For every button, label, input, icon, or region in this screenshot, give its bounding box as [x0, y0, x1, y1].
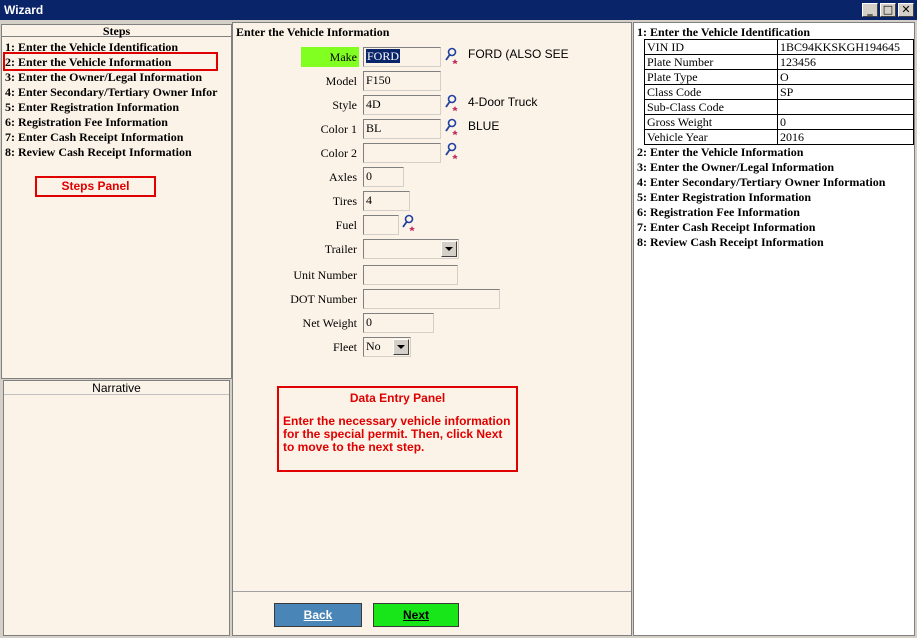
- steps-header: Steps: [2, 25, 231, 37]
- table-row: Plate Type O: [644, 69, 914, 85]
- narrative-panel: Narrative: [3, 380, 230, 636]
- trailer-label: Trailer: [324, 242, 357, 256]
- make-label: Make: [301, 47, 359, 67]
- color2-input[interactable]: [363, 143, 441, 163]
- axles-label: Axles: [329, 170, 357, 184]
- identification-table: VIN ID 1BC94KKSKGH194645 Plate Number 12…: [644, 39, 914, 145]
- narrative-header: Narrative: [4, 381, 229, 395]
- id-label-cell: VIN ID: [644, 39, 778, 55]
- data-entry-annotation-title: Data Entry Panel: [349, 391, 446, 405]
- unit-number-label: Unit Number: [293, 268, 357, 282]
- current-step-highlight: [3, 52, 218, 71]
- fleet-label: Fleet: [333, 340, 357, 354]
- table-row: Vehicle Year 2016: [644, 129, 914, 145]
- id-value-cell: 1BC94KKSKGH194645: [777, 39, 914, 55]
- net-weight-input[interactable]: 0: [363, 313, 434, 333]
- tires-input[interactable]: 4: [363, 191, 410, 211]
- window-titlebar: Wizard _ □ ✕: [0, 0, 917, 20]
- summary-step-3: 3: Enter the Owner/Legal Information: [637, 160, 835, 174]
- table-row: Gross Weight 0: [644, 114, 914, 130]
- style-description: 4-Door Truck: [468, 95, 538, 109]
- table-row: VIN ID 1BC94KKSKGH194645: [644, 39, 914, 55]
- summary-step-5: 5: Enter Registration Information: [637, 190, 812, 204]
- style-input[interactable]: 4D: [363, 95, 441, 115]
- fleet-value: No: [366, 339, 381, 353]
- id-value-cell: 123456: [777, 54, 914, 70]
- step-item-3[interactable]: 3: Enter the Owner/Legal Information: [5, 70, 202, 84]
- steps-panel-annotation: Steps Panel: [35, 176, 156, 197]
- make-lookup-icon[interactable]: [444, 47, 460, 65]
- id-label-cell: Gross Weight: [644, 114, 778, 130]
- summary-step-4: 4: Enter Secondary/Tertiary Owner Inform…: [637, 175, 886, 189]
- fleet-dropdown-button[interactable]: [393, 339, 409, 355]
- id-label-cell: Class Code: [644, 84, 778, 100]
- summary-step-7: 7: Enter Cash Receipt Information: [637, 220, 816, 234]
- axles-input[interactable]: 0: [363, 167, 404, 187]
- maximize-button[interactable]: □: [880, 3, 896, 17]
- data-entry-annotation: Data Entry Panel Enter the necessary veh…: [277, 386, 518, 472]
- fleet-select[interactable]: No: [363, 337, 411, 357]
- unit-number-input[interactable]: [363, 265, 458, 285]
- id-value-cell: 0: [777, 114, 914, 130]
- net-weight-label: Net Weight: [302, 316, 357, 330]
- trailer-dropdown-button[interactable]: [441, 241, 457, 257]
- id-label-cell: Sub-Class Code: [644, 99, 778, 115]
- table-row: Sub-Class Code: [644, 99, 914, 115]
- button-bar-divider: [233, 591, 631, 592]
- next-button[interactable]: Next: [373, 603, 459, 627]
- model-label: Model: [325, 74, 357, 88]
- dot-number-label: DOT Number: [290, 292, 357, 306]
- dot-number-input[interactable]: [363, 289, 500, 309]
- step-item-6[interactable]: 6: Registration Fee Information: [5, 115, 168, 129]
- trailer-select[interactable]: [363, 239, 459, 259]
- color1-input[interactable]: BL: [363, 119, 441, 139]
- summary-step-6: 6: Registration Fee Information: [637, 205, 800, 219]
- tires-label: Tires: [332, 194, 357, 208]
- step-item-7[interactable]: 7: Enter Cash Receipt Information: [5, 130, 183, 144]
- id-value-cell: O: [777, 69, 914, 85]
- id-label-cell: Plate Number: [644, 54, 778, 70]
- id-label-cell: Plate Type: [644, 69, 778, 85]
- step-item-4[interactable]: 4: Enter Secondary/Tertiary Owner Infor: [5, 85, 217, 99]
- back-button[interactable]: Back: [274, 603, 362, 627]
- make-description: FORD (ALSO SEE: [468, 47, 569, 61]
- fuel-input[interactable]: [363, 215, 399, 235]
- summary-step-2: 2: Enter the Vehicle Information: [637, 145, 804, 159]
- window-title: Wizard: [4, 3, 44, 17]
- make-input[interactable]: FORD: [363, 47, 441, 67]
- data-entry-annotation-body: Enter the necessary vehicle information …: [283, 414, 511, 454]
- color1-label: Color 1: [320, 122, 357, 136]
- id-value-cell: 2016: [777, 129, 914, 145]
- step-item-8[interactable]: 8: Review Cash Receipt Information: [5, 145, 192, 159]
- style-label: Style: [332, 98, 357, 112]
- color2-label: Color 2: [320, 146, 357, 160]
- style-lookup-icon[interactable]: [444, 94, 460, 112]
- summary-step1-title: 1: Enter the Vehicle Identification: [637, 25, 811, 39]
- color2-lookup-icon[interactable]: [444, 142, 460, 160]
- minimize-button[interactable]: _: [862, 3, 878, 17]
- id-value-cell: SP: [777, 84, 914, 100]
- table-row: Class Code SP: [644, 84, 914, 100]
- fuel-label: Fuel: [335, 218, 357, 232]
- step-item-5[interactable]: 5: Enter Registration Information: [5, 100, 179, 114]
- fuel-lookup-icon[interactable]: [401, 214, 417, 232]
- summary-step-8: 8: Review Cash Receipt Information: [637, 235, 824, 249]
- data-entry-panel: Enter the Vehicle Information Make FORD …: [232, 22, 632, 636]
- color1-lookup-icon[interactable]: [444, 118, 460, 136]
- steps-panel: Steps 1: Enter the Vehicle Identificatio…: [1, 24, 232, 379]
- close-button[interactable]: ✕: [898, 3, 914, 17]
- id-label-cell: Vehicle Year: [644, 129, 778, 145]
- summary-panel: 1: Enter the Vehicle Identification VIN …: [633, 22, 915, 636]
- table-row: Plate Number 123456: [644, 54, 914, 70]
- id-value-cell: [777, 99, 914, 115]
- form-heading: Enter the Vehicle Information: [236, 25, 390, 39]
- color1-description: BLUE: [468, 119, 500, 133]
- model-input[interactable]: F150: [363, 71, 441, 91]
